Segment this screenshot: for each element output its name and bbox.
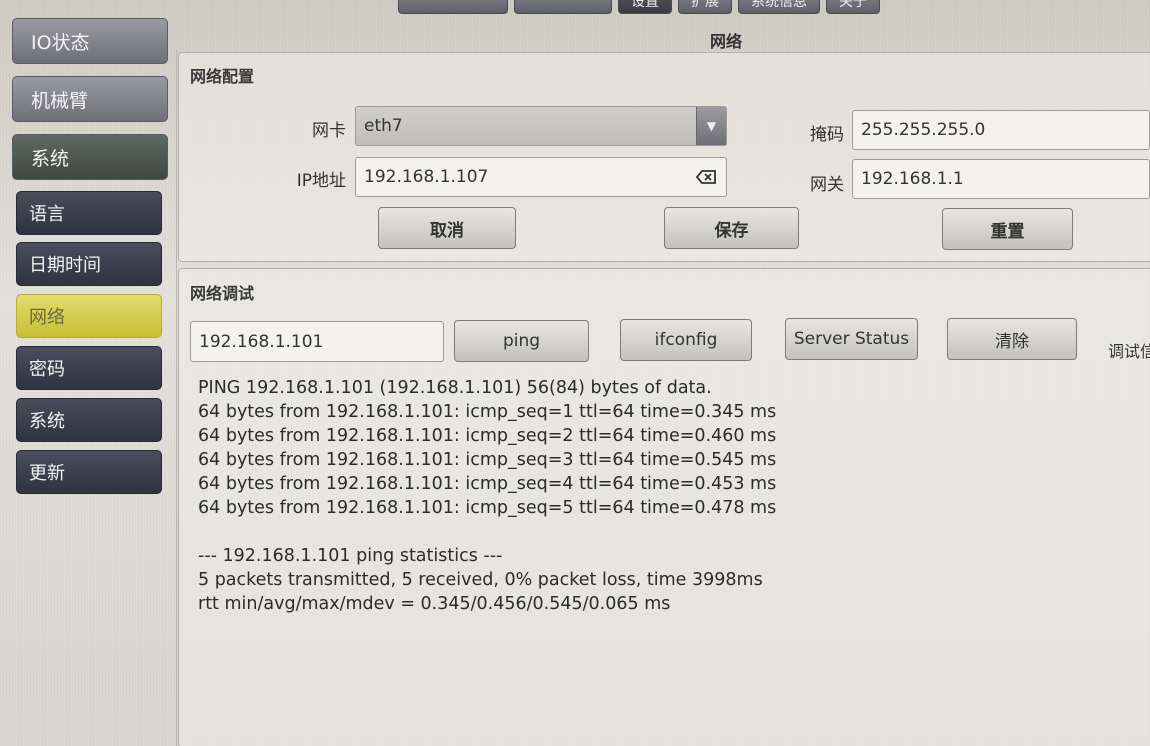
sidebar-item-robot-arm[interactable]: 机械臂 bbox=[12, 76, 168, 122]
chevron-down-icon[interactable]: ▼ bbox=[696, 107, 726, 145]
sidebar-item-label: 更新 bbox=[29, 463, 65, 484]
ip-label: IP地址 bbox=[296, 171, 346, 191]
screen: 设置 扩展 系统信息 关于 IO状态 机械臂 系统 语言 日期时间 网络 密码 … bbox=[0, 0, 1150, 746]
debug-output: PING 192.168.1.101 (192.168.1.101) 56(84… bbox=[198, 376, 776, 616]
clear-input-icon[interactable] bbox=[695, 168, 718, 186]
ip-input-value: 192.168.1.107 bbox=[364, 167, 489, 187]
sidebar-item-system[interactable]: 系统 bbox=[16, 398, 162, 442]
nic-select[interactable]: eth7 ▼ bbox=[355, 106, 727, 146]
sidebar-item-label: 密码 bbox=[29, 359, 65, 380]
output-line: 5 packets transmitted, 5 received, 0% pa… bbox=[198, 570, 763, 590]
top-tab-settings[interactable]: 设置 bbox=[618, 0, 672, 14]
sidebar-item-update[interactable]: 更新 bbox=[16, 450, 162, 494]
nic-select-value: eth7 bbox=[364, 116, 403, 136]
mask-label: 掩码 bbox=[810, 125, 844, 145]
mask-input-value: 255.255.255.0 bbox=[861, 120, 986, 140]
sidebar-item-label: 语言 bbox=[29, 204, 65, 225]
sidebar-divider bbox=[176, 50, 177, 746]
output-line: PING 192.168.1.101 (192.168.1.101) 56(84… bbox=[198, 378, 712, 398]
top-tab-0[interactable] bbox=[398, 0, 508, 14]
sidebar-item-label: 网络 bbox=[29, 307, 65, 328]
output-line: 64 bytes from 192.168.1.101: icmp_seq=1 … bbox=[198, 402, 777, 422]
network-config-title: 网络配置 bbox=[190, 67, 255, 86]
output-line: 64 bytes from 192.168.1.101: icmp_seq=5 … bbox=[198, 498, 777, 518]
reset-button[interactable]: 重置 bbox=[942, 208, 1073, 250]
debug-info-label: 调试信 bbox=[1108, 342, 1150, 361]
output-line: 64 bytes from 192.168.1.101: icmp_seq=3 … bbox=[198, 450, 777, 470]
sidebar-item-label: IO状态 bbox=[31, 31, 90, 54]
sidebar-item-label: 系统 bbox=[29, 411, 65, 432]
sidebar-item-label: 机械臂 bbox=[31, 89, 89, 112]
mask-input[interactable]: 255.255.255.0 bbox=[852, 110, 1150, 150]
output-line: rtt min/avg/max/mdev = 0.345/0.456/0.545… bbox=[198, 594, 671, 614]
network-debug-title: 网络调试 bbox=[190, 284, 255, 303]
sidebar-item-network[interactable]: 网络 bbox=[16, 294, 162, 338]
sidebar-item-io-status[interactable]: IO状态 bbox=[12, 18, 168, 64]
sidebar-item-label: 系统 bbox=[31, 147, 70, 170]
sidebar-item-datetime[interactable]: 日期时间 bbox=[16, 242, 162, 286]
sidebar-item-password[interactable]: 密码 bbox=[16, 346, 162, 390]
page-title: 网络 bbox=[710, 32, 743, 51]
sidebar-item-label: 日期时间 bbox=[29, 255, 101, 276]
server-status-button[interactable]: Server Status bbox=[785, 318, 918, 360]
output-line: 64 bytes from 192.168.1.101: icmp_seq=4 … bbox=[198, 474, 777, 494]
cancel-button[interactable]: 取消 bbox=[378, 207, 516, 249]
ping-button[interactable]: ping bbox=[454, 320, 589, 362]
ifconfig-button[interactable]: ifconfig bbox=[620, 319, 752, 361]
top-tab-about[interactable]: 关于 bbox=[826, 0, 880, 14]
top-tab-1[interactable] bbox=[514, 0, 612, 14]
gateway-input-value: 192.168.1.1 bbox=[861, 169, 964, 189]
gateway-input[interactable]: 192.168.1.1 bbox=[852, 159, 1150, 199]
sidebar: IO状态 机械臂 系统 语言 日期时间 网络 密码 系统 更新 bbox=[0, 0, 172, 746]
debug-target-input[interactable]: 192.168.1.101 bbox=[190, 321, 444, 362]
nic-label: 网卡 bbox=[312, 121, 346, 141]
top-tab-strip: 设置 扩展 系统信息 关于 bbox=[398, 0, 880, 14]
save-button[interactable]: 保存 bbox=[664, 207, 799, 249]
sidebar-item-system-main[interactable]: 系统 bbox=[12, 134, 168, 180]
output-line: --- 192.168.1.101 ping statistics --- bbox=[198, 546, 503, 566]
top-tab-system-info[interactable]: 系统信息 bbox=[738, 0, 820, 14]
output-line: 64 bytes from 192.168.1.101: icmp_seq=2 … bbox=[198, 426, 777, 446]
gateway-label: 网关 bbox=[810, 175, 844, 195]
ip-input[interactable]: 192.168.1.107 bbox=[355, 157, 727, 197]
clear-button[interactable]: 清除 bbox=[947, 318, 1077, 360]
top-tab-extension[interactable]: 扩展 bbox=[678, 0, 732, 14]
sidebar-item-language[interactable]: 语言 bbox=[16, 191, 162, 235]
debug-target-value: 192.168.1.101 bbox=[199, 331, 324, 352]
